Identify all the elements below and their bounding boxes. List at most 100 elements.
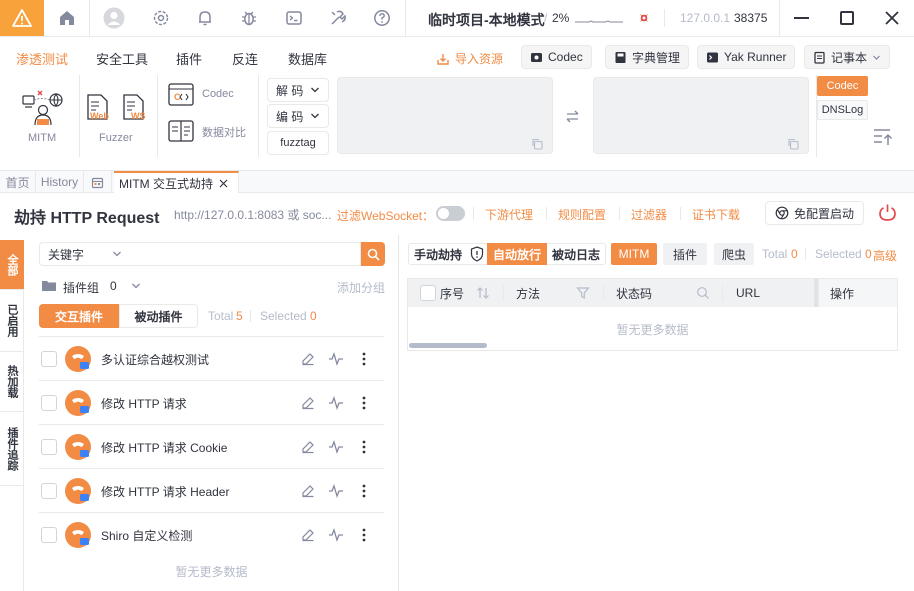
list-item[interactable]: 修改 HTTP 请求	[39, 381, 384, 425]
menu-plugins[interactable]: 插件	[176, 49, 202, 68]
codec-output[interactable]	[593, 77, 809, 154]
mode-auto-release[interactable]: 自动放行	[487, 243, 547, 265]
sort-icon[interactable]	[476, 286, 490, 300]
edit-icon[interactable]	[301, 484, 315, 498]
search-icon[interactable]	[696, 286, 710, 300]
mode-passive-log[interactable]: 被动日志	[547, 243, 605, 265]
encode-select[interactable]: 编 码	[267, 104, 329, 128]
column-header-index[interactable]: 序号	[440, 279, 464, 307]
more-icon[interactable]	[361, 483, 367, 499]
activity-icon[interactable]	[328, 528, 344, 542]
downstream-proxy-link[interactable]: 下游代理	[485, 206, 533, 223]
plugin-search-input[interactable]	[130, 242, 361, 266]
close-icon[interactable]	[884, 10, 900, 26]
activity-icon[interactable]	[328, 396, 344, 410]
subtab-mitm[interactable]: MITM	[611, 243, 657, 265]
column-header-url[interactable]: URL	[736, 279, 760, 307]
tab-history[interactable]: History	[36, 171, 84, 193]
side-tab-codec[interactable]: Codec	[817, 76, 868, 96]
side-tab-dnslog[interactable]: DNSLog	[817, 100, 868, 120]
quick-start-button[interactable]: 免配置启动	[765, 201, 865, 225]
swap-icon[interactable]	[565, 109, 580, 124]
mitm-tool-icon[interactable]	[20, 87, 66, 127]
list-item[interactable]: Shiro 自定义检测	[39, 513, 384, 557]
maximize-icon[interactable]	[840, 11, 854, 25]
close-icon[interactable]	[219, 179, 228, 188]
dict-manage-button[interactable]: 字典管理	[605, 45, 690, 69]
edit-icon[interactable]	[301, 352, 315, 366]
home-icon[interactable]	[56, 7, 78, 29]
activity-icon[interactable]	[328, 352, 344, 366]
filter-websocket-toggle[interactable]	[436, 206, 465, 221]
rule-config-link[interactable]: 规则配置	[558, 206, 606, 223]
bell-icon[interactable]	[194, 7, 216, 29]
tab-mitm[interactable]: MITM 交互式劫持	[114, 171, 239, 193]
decode-select[interactable]: 解 码	[267, 78, 329, 102]
compare-tool-icon[interactable]	[168, 119, 194, 143]
edit-icon[interactable]	[301, 440, 315, 454]
menu-database[interactable]: 数据库	[288, 49, 327, 68]
bug-icon[interactable]	[238, 7, 260, 29]
codec-tool-icon[interactable]: C	[168, 83, 194, 107]
plugin-checkbox[interactable]	[41, 351, 57, 367]
avatar-icon[interactable]	[103, 7, 125, 29]
more-icon[interactable]	[361, 395, 367, 411]
import-resource-button[interactable]: 导入资源	[436, 50, 503, 67]
copy-icon[interactable]	[787, 138, 799, 150]
edit-icon[interactable]	[301, 528, 315, 542]
plugin-checkbox[interactable]	[41, 527, 57, 543]
column-header-method[interactable]: 方法	[516, 279, 540, 307]
codec-button[interactable]: Codec	[521, 45, 592, 69]
plugin-checkbox[interactable]	[41, 483, 57, 499]
search-button[interactable]	[361, 242, 385, 266]
horizontal-scrollbar[interactable]	[409, 343, 487, 348]
copy-icon[interactable]	[531, 138, 543, 150]
filter-link[interactable]: 过滤器	[631, 206, 667, 223]
list-item[interactable]: 多认证综合越权测试	[39, 337, 384, 381]
list-item[interactable]: 修改 HTTP 请求 Cookie	[39, 425, 384, 469]
more-icon[interactable]	[361, 351, 367, 367]
yak-runner-button[interactable]: Yak Runner	[697, 45, 796, 69]
tools-icon[interactable]	[327, 7, 349, 29]
chevron-down-icon[interactable]	[131, 281, 141, 291]
gear-icon[interactable]	[150, 7, 172, 29]
warning-button[interactable]	[0, 0, 44, 36]
help-icon[interactable]	[371, 7, 393, 29]
edit-icon[interactable]	[301, 396, 315, 410]
tab-home[interactable]: 首页	[0, 171, 36, 193]
menu-pentest[interactable]: 渗透测试	[16, 49, 68, 68]
more-icon[interactable]	[361, 439, 367, 455]
vtab-plugin-trace[interactable]: 插件追踪	[0, 412, 24, 486]
column-header-status[interactable]: 状态码	[616, 279, 652, 307]
subtab-plugin[interactable]: 插件	[663, 243, 707, 265]
vtab-all[interactable]: 全部	[0, 240, 24, 290]
mode-manual[interactable]: 手动劫持	[409, 243, 467, 265]
select-all-checkbox[interactable]	[420, 285, 436, 301]
minimize-icon[interactable]	[794, 17, 809, 19]
more-icon[interactable]	[361, 527, 367, 543]
vtab-hot-reload[interactable]: 热加载	[0, 352, 24, 412]
engine-logo-icon[interactable]	[634, 8, 654, 28]
cert-download-link[interactable]: 证书下载	[692, 206, 740, 223]
tab-interactive-plugins[interactable]: 交互插件	[39, 304, 119, 328]
terminal-icon[interactable]	[283, 7, 305, 29]
activity-icon[interactable]	[328, 484, 344, 498]
subtab-crawler[interactable]: 爬虫	[714, 243, 754, 265]
list-item[interactable]: 修改 HTTP 请求 Header	[39, 469, 384, 513]
collapse-tools-icon[interactable]	[872, 127, 894, 147]
notepad-button[interactable]: 记事本	[804, 45, 890, 69]
codec-input[interactable]	[337, 77, 553, 154]
menu-reverse[interactable]: 反连	[232, 49, 258, 68]
tab-calendar[interactable]	[84, 171, 112, 193]
menu-security-tools[interactable]: 安全工具	[96, 49, 148, 68]
plugin-checkbox[interactable]	[41, 395, 57, 411]
activity-icon[interactable]	[328, 440, 344, 454]
search-mode-select[interactable]: 关键字	[39, 242, 131, 266]
panel-divider[interactable]	[398, 235, 399, 591]
project-name[interactable]: 临时项目-本地模式	[428, 10, 545, 30]
add-group-button[interactable]: 添加分组	[337, 279, 385, 296]
advanced-button[interactable]: 高级	[873, 247, 897, 264]
vtab-enabled[interactable]: 已启用	[0, 290, 24, 352]
filter-icon[interactable]	[576, 286, 590, 300]
fuzztag-button[interactable]: fuzztag	[267, 131, 329, 155]
